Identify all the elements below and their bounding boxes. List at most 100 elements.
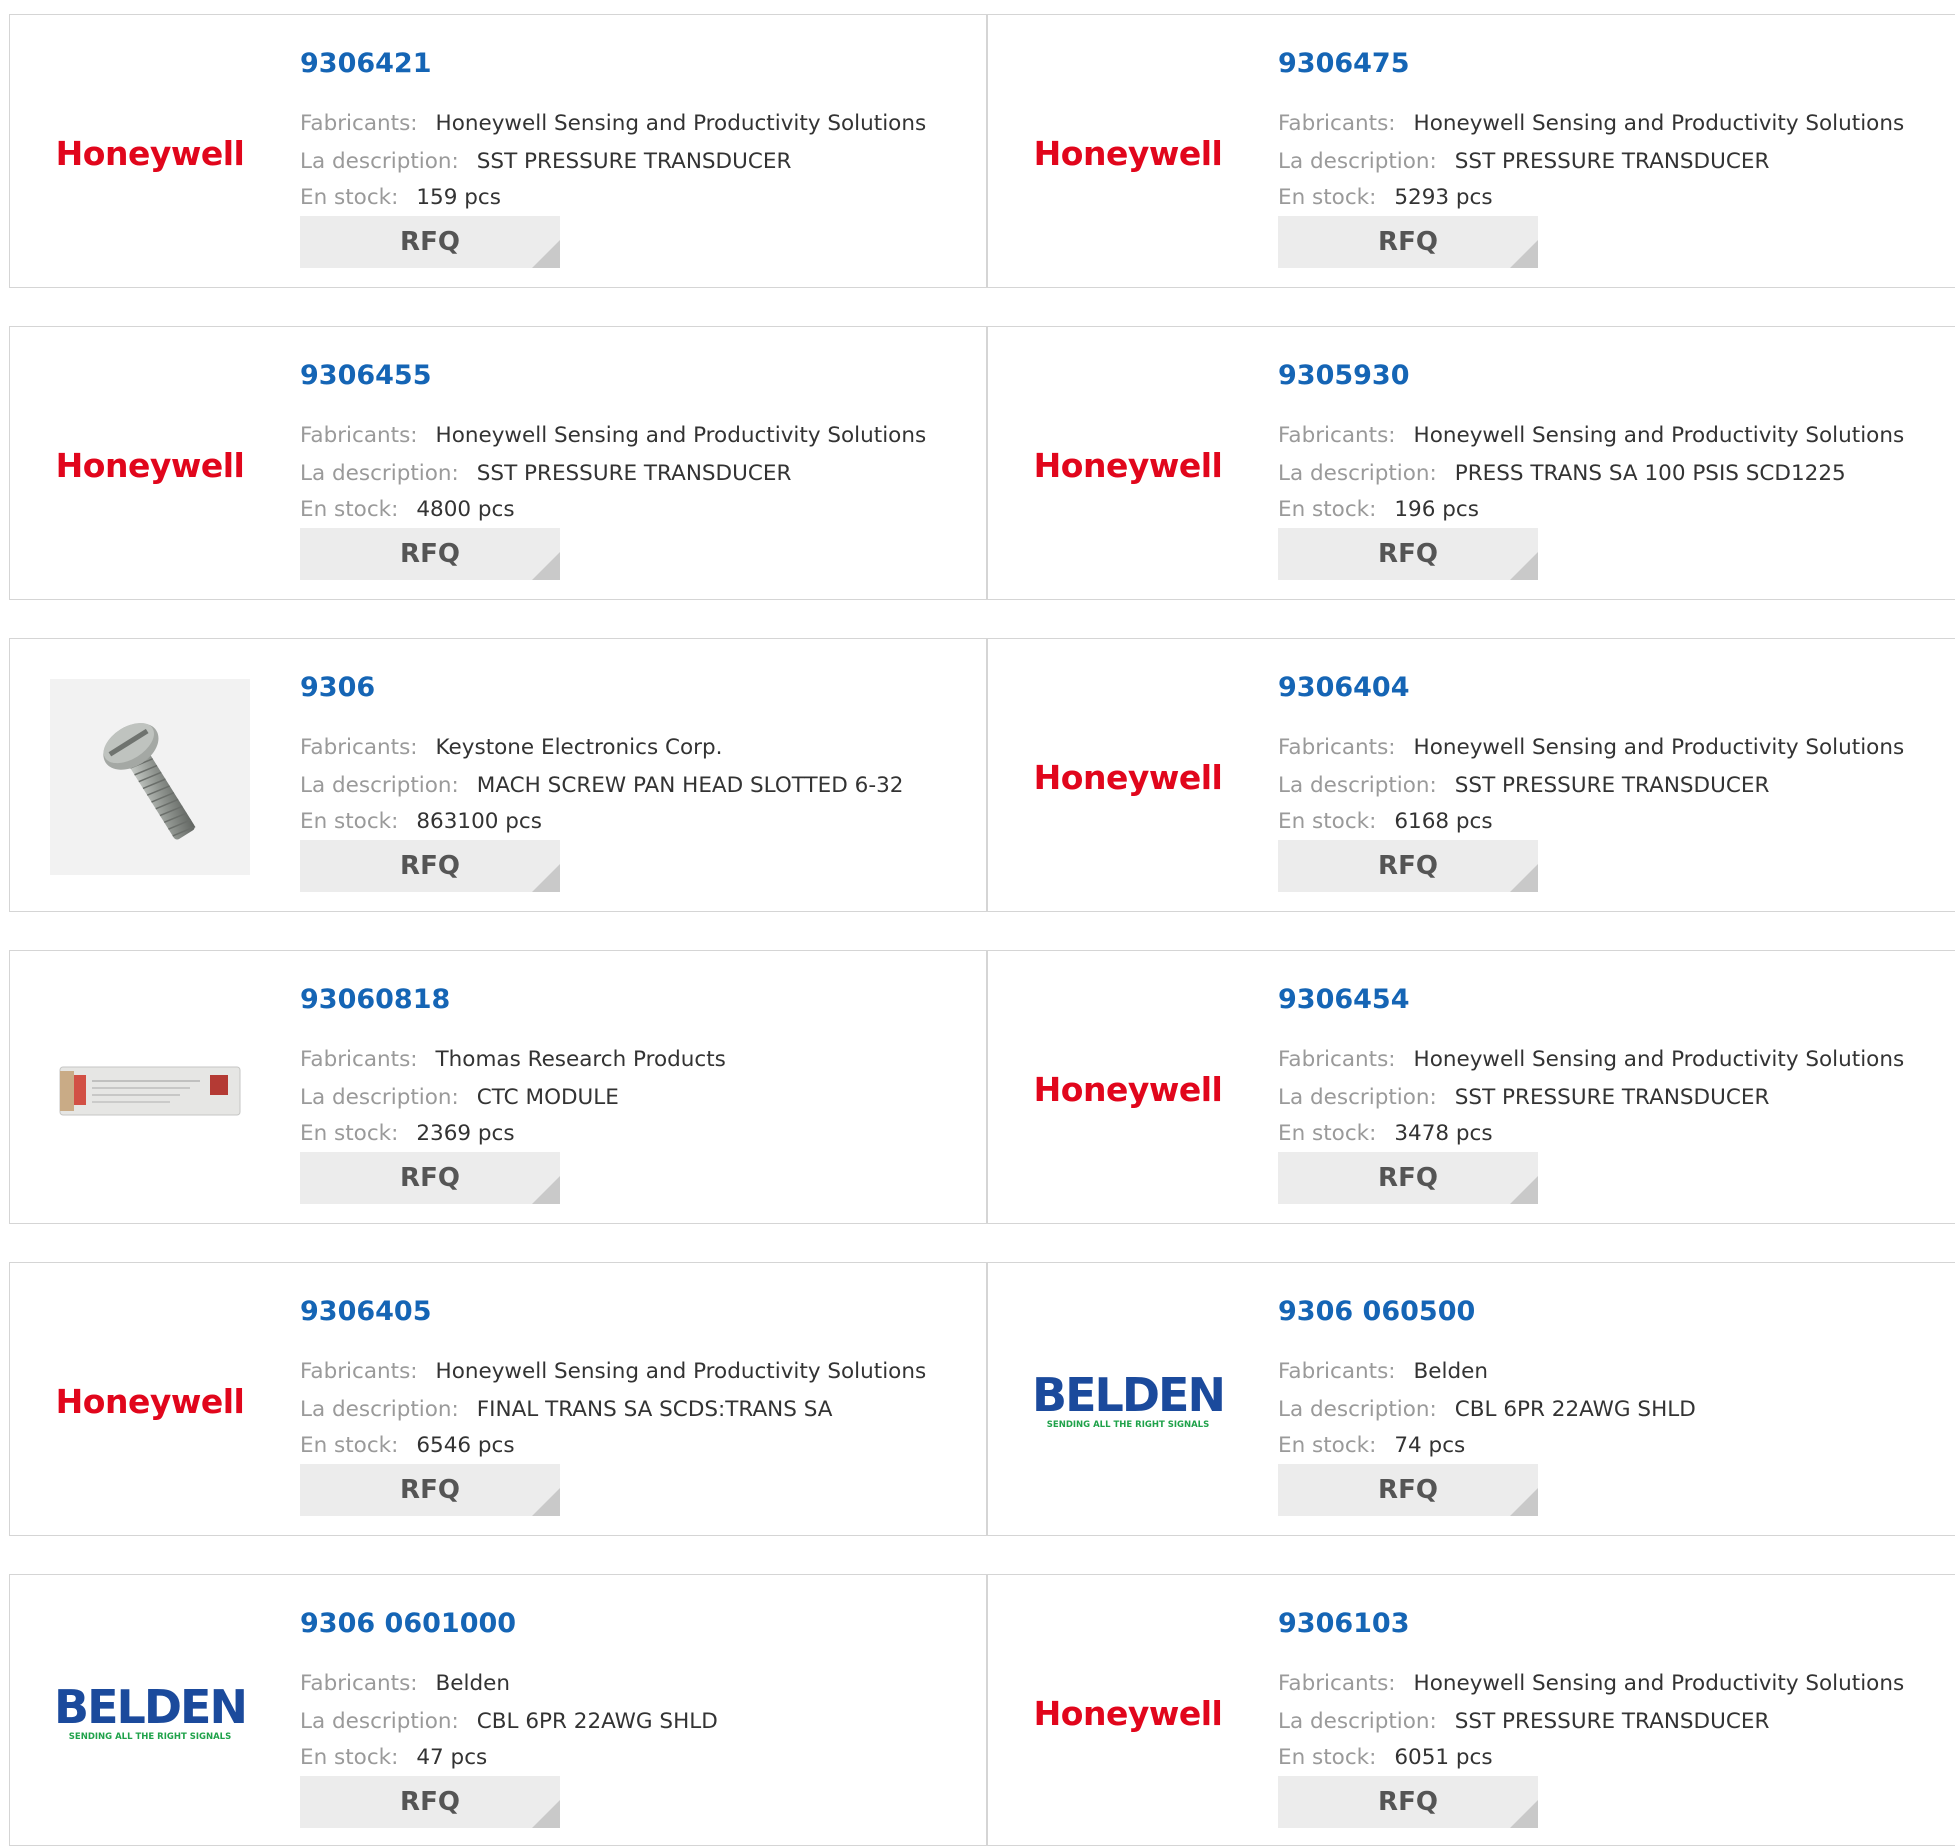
stock-value: 196 pcs (1394, 497, 1479, 522)
part-number-link[interactable]: 9306475 (1278, 48, 1410, 79)
manufacturer-value: Honeywell Sensing and Productivity Solut… (435, 1359, 927, 1384)
screw-photo (50, 679, 250, 875)
rfq-button[interactable]: RFQ (300, 1152, 560, 1204)
corner-triangle-icon (1510, 1800, 1538, 1828)
rfq-button[interactable]: RFQ (1278, 1776, 1538, 1828)
product-image[interactable]: BELDEN SENDING ALL THE RIGHT SIGNALS (50, 1615, 250, 1811)
product-image[interactable]: Honeywell (1028, 679, 1228, 875)
stock-value: 6546 pcs (416, 1433, 515, 1458)
corner-triangle-icon (532, 1800, 560, 1828)
description-label: La description: (300, 1709, 459, 1734)
stock-value: 6051 pcs (1394, 1745, 1493, 1770)
stock-row: En stock: 4800 pcs (300, 497, 515, 522)
belden-tagline: SENDING ALL THE RIGHT SIGNALS (1046, 1420, 1210, 1430)
manufacturer-value: Honeywell Sensing and Productivity Solut… (1413, 735, 1905, 760)
manufacturer-value: Belden (1413, 1359, 1488, 1384)
description-row: La description: SST PRESSURE TRANSDUCER (1278, 773, 1769, 798)
manufacturer-row: Fabricants: Honeywell Sensing and Product… (300, 423, 926, 448)
rfq-button[interactable]: RFQ (300, 216, 560, 268)
part-number-link[interactable]: 9305930 (1278, 360, 1410, 391)
manufacturer-row: Fabricants: Honeywell Sensing and Product… (1278, 1671, 1904, 1696)
corner-triangle-icon (532, 1176, 560, 1204)
product-image[interactable]: Honeywell (50, 1303, 250, 1499)
rfq-button[interactable]: RFQ (300, 1776, 560, 1828)
corner-triangle-icon (1510, 1488, 1538, 1516)
product-card: Honeywell 9306421 Fabricants: Honeywell Sen… (9, 14, 987, 288)
belden-wordmark: BELDEN (1032, 1368, 1226, 1422)
corner-triangle-icon (1510, 1176, 1538, 1204)
stock-value: 4800 pcs (416, 497, 515, 522)
description-label: La description: (1278, 1397, 1437, 1422)
corner-triangle-icon (532, 240, 560, 268)
rfq-button-label: RFQ (400, 1475, 460, 1505)
rfq-button-label: RFQ (400, 851, 460, 881)
stock-row: En stock: 863100 pcs (300, 809, 542, 834)
honeywell-logo: Honeywell (1033, 1693, 1223, 1733)
manufacturer-row: Fabricants: Keystone Electronics Corp. (300, 735, 723, 760)
part-number-link[interactable]: 9306 0601000 (300, 1608, 516, 1639)
rfq-button-label: RFQ (1378, 1475, 1438, 1505)
stock-value: 74 pcs (1394, 1433, 1466, 1458)
stock-label: En stock: (300, 497, 399, 522)
description-label: La description: (1278, 1085, 1437, 1110)
stock-row: En stock: 74 pcs (1278, 1433, 1465, 1458)
manufacturer-value: Keystone Electronics Corp. (435, 735, 723, 760)
description-label: La description: (1278, 461, 1437, 486)
product-image[interactable]: Honeywell (50, 367, 250, 563)
rfq-button[interactable]: RFQ (1278, 528, 1538, 580)
description-label: La description: (300, 149, 459, 174)
product-image[interactable] (50, 991, 250, 1187)
part-number-link[interactable]: 9306454 (1278, 984, 1410, 1015)
corner-triangle-icon (1510, 864, 1538, 892)
product-image[interactable]: Honeywell (1028, 367, 1228, 563)
belden-logo: BELDEN SENDING ALL THE RIGHT SIGNALS (1032, 1368, 1226, 1430)
stock-label: En stock: (1278, 497, 1377, 522)
corner-triangle-icon (1510, 552, 1538, 580)
product-image[interactable]: BELDEN SENDING ALL THE RIGHT SIGNALS (1028, 1303, 1228, 1499)
product-image[interactable] (50, 679, 250, 875)
product-image[interactable]: Honeywell (1028, 991, 1228, 1187)
manufacturer-label: Fabricants: (300, 1047, 418, 1072)
stock-label: En stock: (300, 1433, 399, 1458)
description-value: MACH SCREW PAN HEAD SLOTTED 6-32 (476, 773, 904, 798)
rfq-button[interactable]: RFQ (1278, 840, 1538, 892)
stock-value: 2369 pcs (416, 1121, 515, 1146)
product-image[interactable]: Honeywell (50, 55, 250, 251)
description-label: La description: (1278, 149, 1437, 174)
part-number-link[interactable]: 9306103 (1278, 1608, 1410, 1639)
manufacturer-label: Fabricants: (1278, 111, 1396, 136)
belden-logo: BELDEN SENDING ALL THE RIGHT SIGNALS (54, 1684, 248, 1742)
rfq-button[interactable]: RFQ (1278, 1152, 1538, 1204)
rfq-button[interactable]: RFQ (300, 840, 560, 892)
manufacturer-value: Honeywell Sensing and Productivity Solut… (1413, 1047, 1905, 1072)
description-row: La description: PRESS TRANS SA 100 PSIS S… (1278, 461, 1846, 486)
part-number-link[interactable]: 9306405 (300, 1296, 432, 1327)
rfq-button[interactable]: RFQ (1278, 216, 1538, 268)
manufacturer-value: Honeywell Sensing and Productivity Solut… (435, 423, 927, 448)
rfq-button-label: RFQ (400, 1163, 460, 1193)
rfq-button[interactable]: RFQ (1278, 1464, 1538, 1516)
manufacturer-row: Fabricants: Belden (300, 1671, 510, 1696)
honeywell-logo: Honeywell (55, 133, 245, 173)
product-card: Honeywell 9306405 Fabricants: Honeywell Sen… (9, 1262, 987, 1536)
manufacturer-row: Fabricants: Honeywell Sensing and Product… (1278, 735, 1904, 760)
part-number-link[interactable]: 9306421 (300, 48, 432, 79)
part-number-link[interactable]: 9306404 (1278, 672, 1410, 703)
description-label: La description: (300, 1085, 459, 1110)
part-number-link[interactable]: 9306 (300, 672, 375, 703)
product-image[interactable]: Honeywell (1028, 55, 1228, 251)
rfq-button-label: RFQ (400, 539, 460, 569)
corner-triangle-icon (1510, 240, 1538, 268)
rfq-button-label: RFQ (400, 227, 460, 257)
description-row: La description: CTC MODULE (300, 1085, 619, 1110)
part-number-link[interactable]: 93060818 (300, 984, 450, 1015)
product-image[interactable]: Honeywell (1028, 1615, 1228, 1811)
rfq-button[interactable]: RFQ (300, 1464, 560, 1516)
stock-value: 6168 pcs (1394, 809, 1493, 834)
rfq-button[interactable]: RFQ (300, 528, 560, 580)
part-number-link[interactable]: 9306 060500 (1278, 1296, 1475, 1327)
description-value: SST PRESSURE TRANSDUCER (1454, 149, 1770, 174)
stock-label: En stock: (300, 1745, 399, 1770)
manufacturer-value: Honeywell Sensing and Productivity Solut… (1413, 423, 1905, 448)
part-number-link[interactable]: 9306455 (300, 360, 432, 391)
